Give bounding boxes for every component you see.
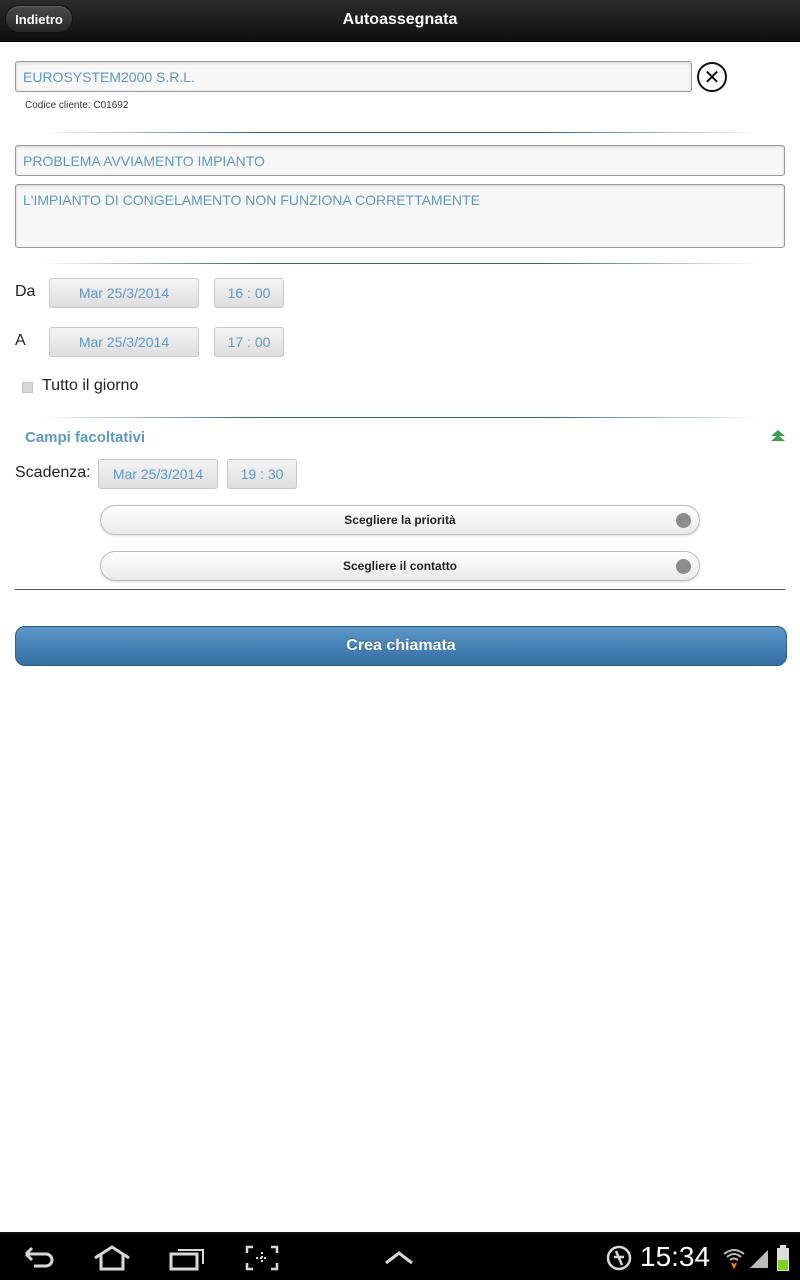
deadline-time-field[interactable]: 19 : 30 (227, 459, 297, 489)
divider (15, 589, 785, 590)
signal-icon (750, 1250, 768, 1268)
from-label: Da (15, 283, 36, 300)
deadline-date-field[interactable]: Mar 25/3/2014 (98, 459, 218, 489)
page-title: Autoassegnata (342, 11, 458, 28)
from-date-field[interactable]: Mar 25/3/2014 (49, 278, 199, 308)
screenshot-icon[interactable] (244, 1244, 280, 1272)
back-nav-icon[interactable] (22, 1244, 56, 1272)
optional-fields-title[interactable]: Campi facoltativi (25, 429, 145, 446)
priority-select[interactable]: Scegliere la priorità (100, 505, 700, 535)
deadline-label: Scadenza: (15, 464, 91, 481)
system-nav-bar: 15:34 (0, 1232, 800, 1280)
battery-icon (777, 1245, 789, 1271)
divider (40, 132, 760, 133)
all-day-label[interactable]: Tutto il giorno (42, 377, 138, 395)
to-time-field[interactable]: 17 : 00 (214, 327, 284, 357)
contact-select-label: Scegliere il contatto (342, 559, 458, 573)
wifi-icon (723, 1249, 745, 1270)
to-label: A (15, 332, 26, 349)
accessibility-icon (606, 1245, 632, 1271)
divider (40, 417, 760, 418)
customer-field[interactable]: EUROSYSTEM2000 S.R.L. (15, 61, 692, 92)
priority-indicator-icon (676, 513, 691, 528)
clock: 15:34 (640, 1241, 711, 1272)
customer-code-label: Codice cliente: C01692 (25, 100, 129, 111)
contact-indicator-icon (676, 559, 691, 574)
create-call-button[interactable]: Crea chiamata (15, 626, 787, 666)
subject-field[interactable]: PROBLEMA AVVIAMENTO IMPIANTO (15, 145, 785, 176)
priority-select-label: Scegliere la priorità (344, 513, 456, 527)
to-date-field[interactable]: Mar 25/3/2014 (49, 327, 199, 357)
divider (40, 263, 760, 264)
collapse-up-icon[interactable] (770, 429, 786, 443)
clear-customer-icon[interactable]: ✕ (697, 62, 727, 92)
home-icon[interactable] (92, 1244, 132, 1272)
description-field[interactable]: L'IMPIANTO DI CONGELAMENTO NON FUNZIONA … (15, 184, 785, 248)
contact-select[interactable]: Scegliere il contatto (100, 551, 700, 581)
header-bar: Indietro Autoassegnata (0, 0, 800, 42)
from-time-field[interactable]: 16 : 00 (214, 278, 284, 308)
all-day-checkbox[interactable] (22, 382, 33, 393)
page: Indietro Autoassegnata EUROSYSTEM2000 S.… (0, 0, 800, 1280)
recent-apps-icon[interactable] (168, 1244, 208, 1272)
chevron-up-icon[interactable] (382, 1244, 416, 1272)
